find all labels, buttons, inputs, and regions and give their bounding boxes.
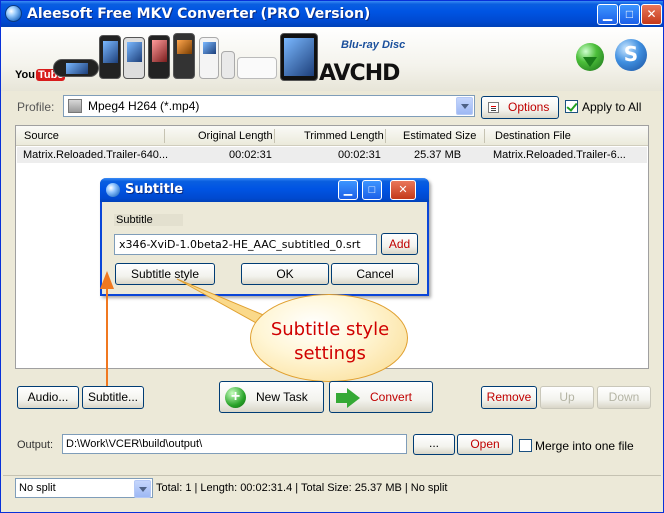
window-title: Aleesoft Free MKV Converter (PRO Version… — [27, 6, 371, 22]
column-header-source[interactable]: Source — [24, 130, 59, 142]
column-header-original-length[interactable]: Original Length — [198, 130, 273, 142]
add-subtitle-button[interactable]: Add — [381, 233, 418, 255]
phone-device-icon — [99, 35, 121, 79]
maximize-icon: □ — [625, 7, 634, 21]
column-header-destination-file[interactable]: Destination File — [495, 130, 571, 142]
device-banner: You Tube Blu-ray Disc AVCHD S — [1, 27, 663, 91]
walkman-device-icon — [173, 33, 195, 79]
subtitle-label: Subtitle — [114, 214, 183, 226]
open-button[interactable]: Open — [457, 434, 513, 455]
convert-label: Convert — [370, 390, 413, 404]
main-window: Aleesoft Free MKV Converter (PRO Version… — [0, 0, 664, 513]
dialog-maximize-button[interactable]: □ — [362, 180, 382, 200]
avchd-logo: AVCHD — [319, 61, 400, 86]
console-device-icon — [237, 57, 277, 79]
subtitle-dialog-title: Subtitle — [125, 182, 184, 197]
options-label: Options — [508, 100, 550, 114]
convert-button[interactable]: Convert — [329, 381, 433, 413]
close-icon: ✕ — [646, 7, 657, 21]
bluray-logo: Blu-ray Disc — [341, 39, 406, 51]
apply-to-all-checkbox[interactable] — [565, 100, 578, 113]
minimize-icon: ▁ — [343, 184, 353, 196]
close-icon: ✕ — [398, 184, 408, 196]
subtitle-dialog-title-bar[interactable]: Subtitle ▁ □ ✕ — [100, 178, 429, 202]
minimize-icon: ▁ — [602, 7, 613, 21]
phone-device-icon-2 — [123, 37, 145, 79]
chevron-down-icon[interactable] — [134, 480, 151, 498]
output-path-input[interactable]: D:\Work\VCER\build\output\ — [62, 434, 407, 454]
cell-source: Matrix.Reloaded.Trailer-640... — [23, 149, 169, 161]
profile-value: Mpeg4 H264 (*.mp4) — [88, 99, 200, 113]
subtitle-style-button[interactable]: Subtitle style — [115, 263, 215, 285]
nano-device-icon — [221, 51, 235, 79]
output-label: Output: — [17, 439, 54, 451]
maximize-button[interactable]: □ — [619, 4, 640, 25]
dialog-minimize-button[interactable]: ▁ — [338, 180, 358, 200]
dialog-app-icon — [106, 183, 120, 197]
browse-button[interactable]: ... — [413, 434, 455, 455]
phone-device-icon-3 — [148, 35, 170, 79]
dialog-close-button[interactable]: ✕ — [390, 180, 416, 200]
file-list-header: Source Original Length Trimmed Length Es… — [16, 126, 648, 146]
ok-button[interactable]: OK — [241, 263, 329, 285]
cancel-button[interactable]: Cancel — [331, 263, 419, 285]
title-bar[interactable]: Aleesoft Free MKV Converter (PRO Version… — [1, 1, 663, 27]
callout-line-2: settings — [294, 343, 366, 364]
cell-destination: Matrix.Reloaded.Trailer-6... — [493, 149, 626, 161]
split-select[interactable]: No split — [15, 478, 153, 498]
psp-device-icon — [53, 59, 99, 77]
up-button[interactable]: Up — [540, 386, 594, 409]
app-icon — [5, 5, 22, 22]
chevron-down-icon[interactable] — [456, 97, 473, 115]
profile-label: Profile: — [17, 100, 55, 114]
update-globe-icon[interactable] — [576, 43, 604, 71]
new-task-label: New Task — [256, 390, 308, 404]
remove-button[interactable]: Remove — [481, 386, 537, 409]
table-row[interactable]: Matrix.Reloaded.Trailer-640... 00:02:31 … — [17, 147, 647, 163]
subtitle-button[interactable]: Subtitle... — [82, 386, 144, 409]
new-task-button[interactable]: + New Task — [219, 381, 324, 413]
options-button[interactable]: Options — [481, 96, 559, 119]
profile-select[interactable]: Mpeg4 H264 (*.mp4) — [63, 95, 475, 117]
convert-arrow-icon — [336, 388, 360, 408]
subtitle-file-input[interactable]: x346-XviD-1.0beta2-HE_AAC_subtitled_0.sr… — [114, 234, 377, 255]
minimize-button[interactable]: ▁ — [597, 4, 618, 25]
options-icon — [488, 102, 499, 113]
split-value: No split — [19, 482, 56, 494]
callout-bubble: Subtitle style settings — [250, 294, 408, 382]
close-button[interactable]: ✕ — [641, 4, 662, 25]
plus-icon: + — [225, 387, 246, 408]
apply-to-all-label: Apply to All — [582, 100, 642, 114]
audio-button[interactable]: Audio... — [17, 386, 79, 409]
column-header-trimmed-length[interactable]: Trimmed Length — [304, 130, 384, 142]
subtitle-dialog: Subtitle ▁ □ ✕ Subtitle x346-XviD-1.0bet… — [100, 178, 429, 296]
format-icon — [68, 99, 82, 113]
brand-badge-icon[interactable]: S — [615, 39, 647, 71]
status-summary: Total: 1 | Length: 00:02:31.4 | Total Si… — [156, 482, 448, 494]
merge-checkbox[interactable] — [519, 439, 532, 452]
down-button[interactable]: Down — [597, 386, 651, 409]
maximize-icon: □ — [368, 184, 376, 196]
cell-original-length: 00:02:31 — [229, 149, 272, 161]
ipod-device-icon — [199, 37, 219, 79]
callout-line-1: Subtitle style — [270, 319, 390, 340]
merge-label: Merge into one file — [535, 439, 634, 453]
ipad-device-icon — [280, 33, 318, 81]
column-header-estimated-size[interactable]: Estimated Size — [403, 130, 476, 142]
cell-estimated-size: 25.37 MB — [414, 149, 462, 161]
cell-trimmed-length: 00:02:31 — [338, 149, 381, 161]
